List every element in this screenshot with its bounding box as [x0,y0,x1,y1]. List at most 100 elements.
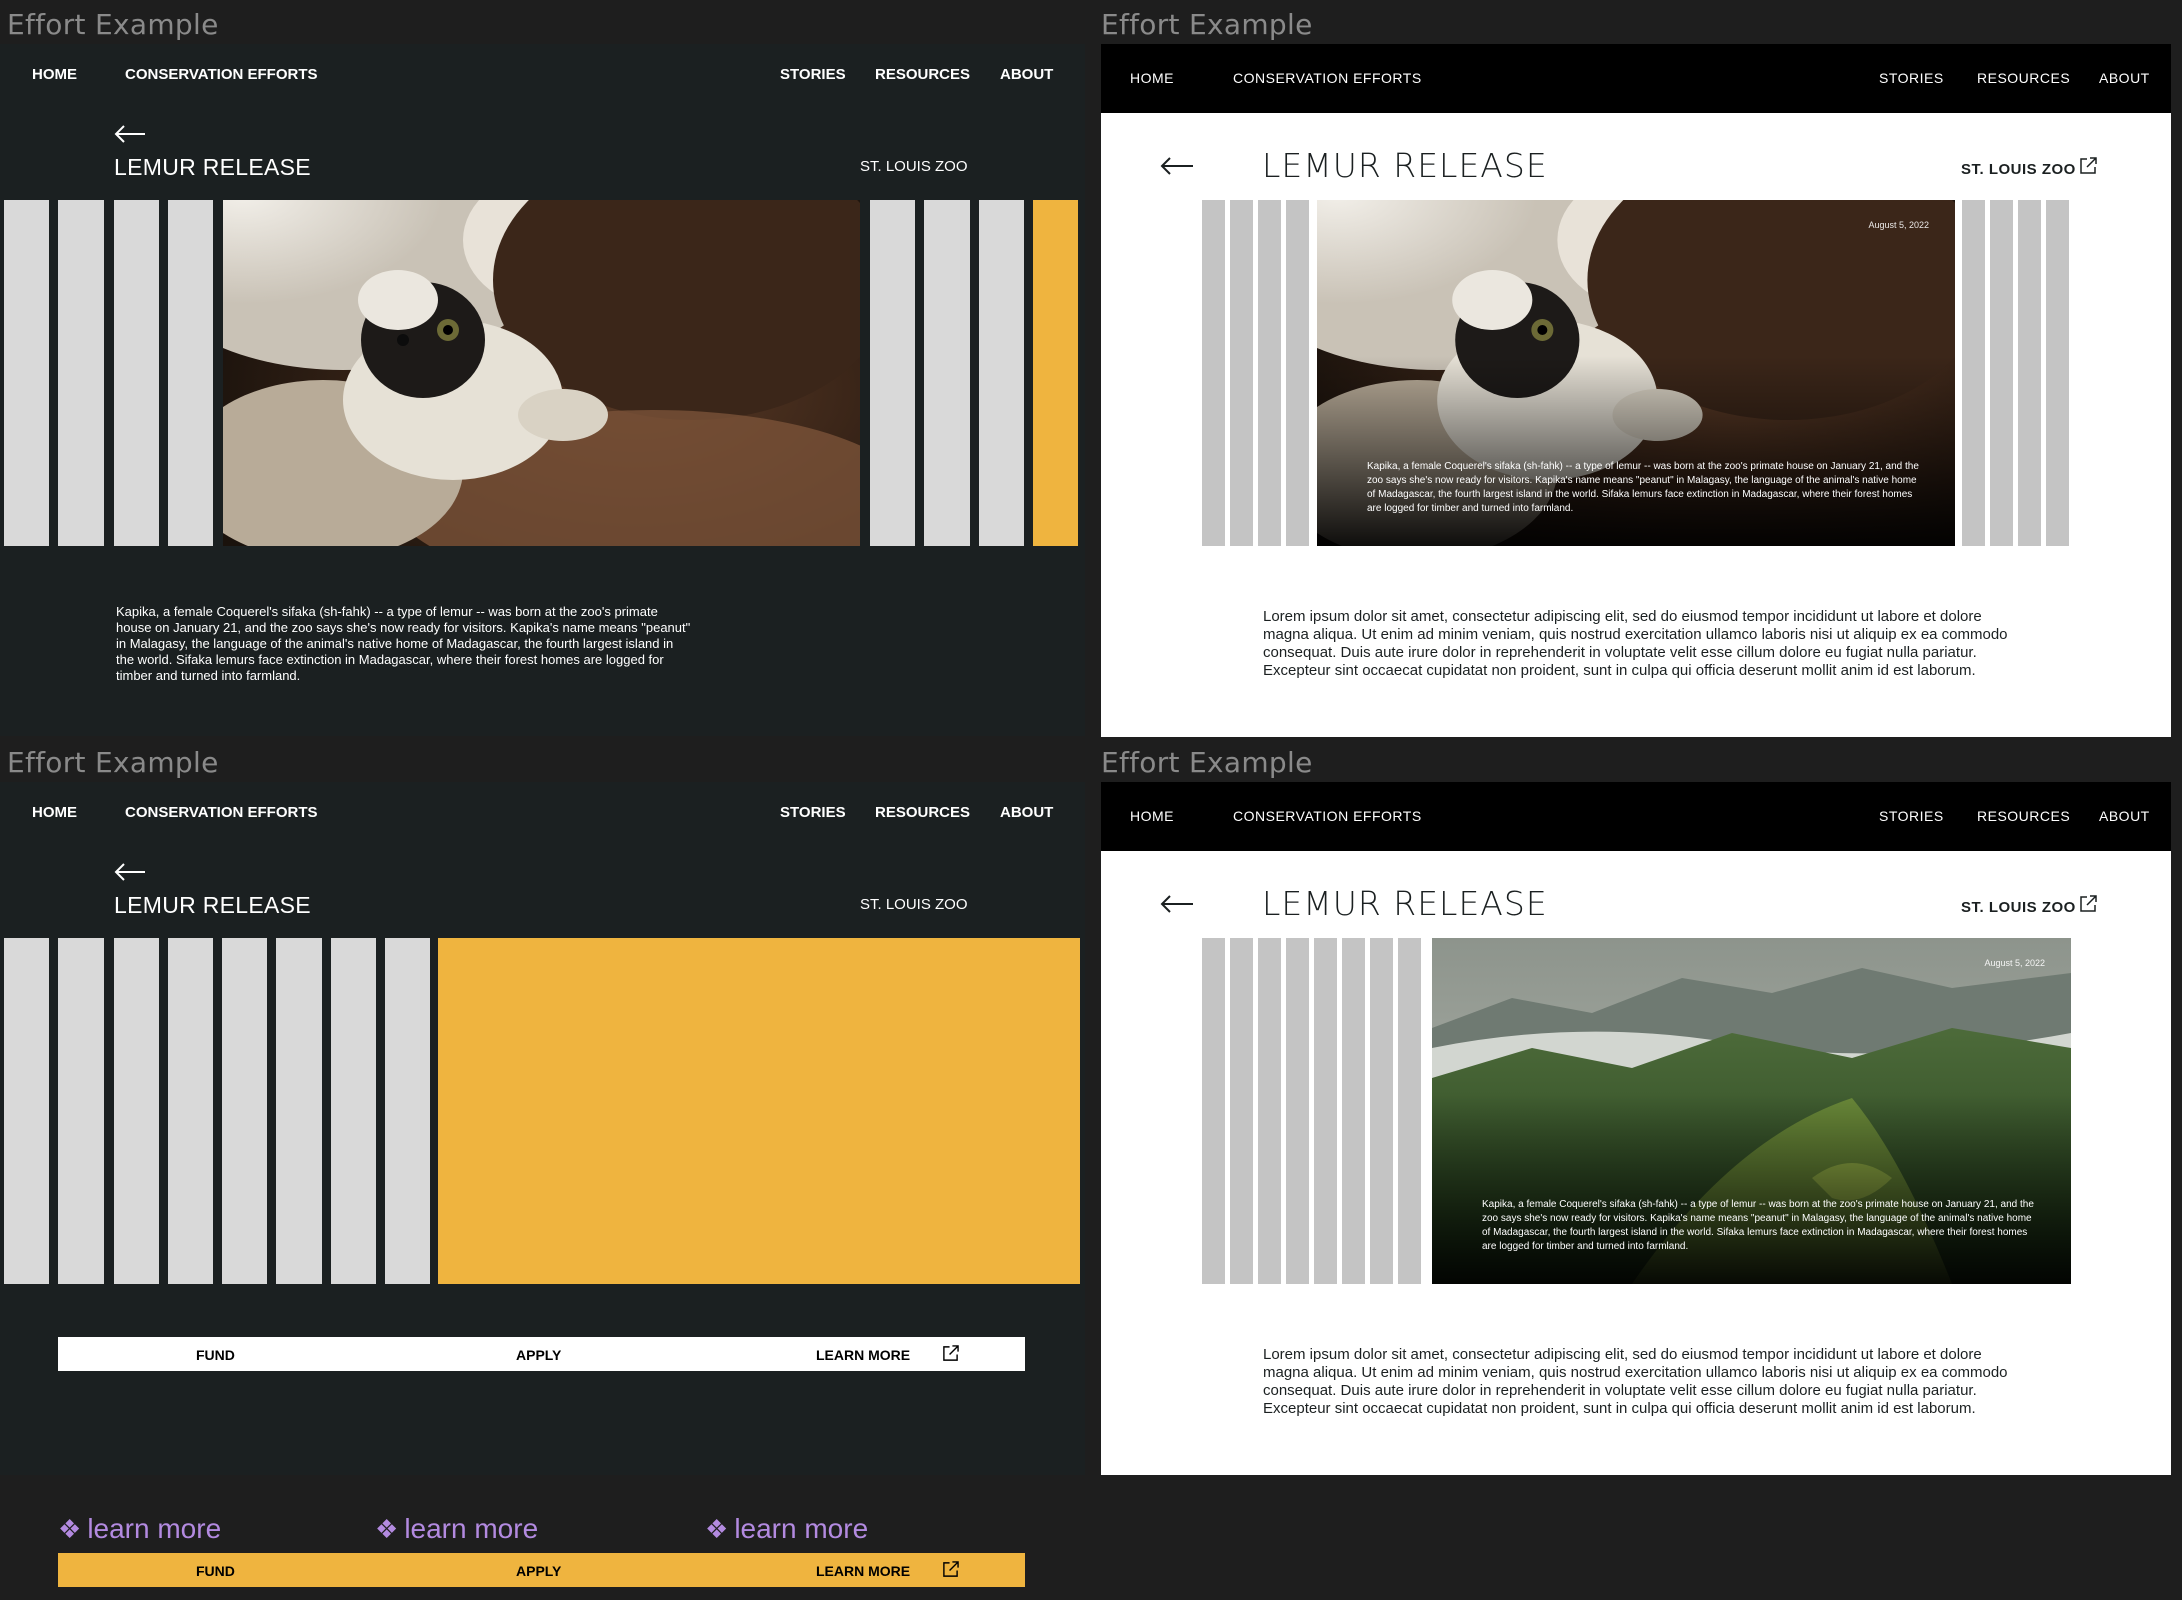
timeline-bar[interactable] [1230,200,1253,546]
effort-frame-light-landscape: HOME CONSERVATION EFFORTS STORIES RESOUR… [1101,782,2171,1475]
nav-resources[interactable]: RESOURCES [1977,808,2070,824]
expanded-effort-panel[interactable] [438,938,1080,1284]
timeline-bar[interactable] [58,200,104,546]
org-link[interactable]: ST. LOUIS ZOO [860,896,968,913]
timeline-bar[interactable] [168,200,213,546]
back-arrow-icon[interactable] [1160,156,1194,176]
nav-home[interactable]: HOME [32,66,77,83]
timeline-bar[interactable] [1342,938,1365,1284]
lemur-photo [223,200,860,546]
timeline-bar[interactable] [1398,938,1421,1284]
timeline-bar[interactable] [870,200,915,546]
photo-date: August 5, 2022 [1868,220,1929,230]
nav-resources[interactable]: RESOURCES [875,66,970,83]
timeline-bar[interactable] [114,200,159,546]
timeline-bar[interactable] [924,200,970,546]
nav-resources[interactable]: RESOURCES [875,804,970,821]
timeline-bar[interactable] [222,938,267,1284]
timeline-bar[interactable] [2046,200,2069,546]
nav-home[interactable]: HOME [32,804,77,821]
story-body: Lorem ipsum dolor sit amet, consectetur … [1263,608,2008,679]
nav-about[interactable]: ABOUT [1000,66,1053,83]
action-bar: FUND APPLY LEARN MORE [58,1337,1025,1371]
external-link-icon[interactable] [2079,895,2097,913]
effort-frame-dark-photo: HOME CONSERVATION EFFORTS STORIES RESOUR… [0,44,1085,736]
timeline-bar-active[interactable] [1033,200,1078,546]
timeline-bar[interactable] [1286,938,1309,1284]
timeline-bar[interactable] [2018,200,2041,546]
photo-caption: Kapika, a female Coquerel's sifaka (sh-f… [1482,1199,2034,1252]
timeline-bar[interactable] [276,938,322,1284]
back-arrow-icon[interactable] [1160,894,1194,914]
timeline-bar[interactable] [4,938,49,1284]
learn-more-button[interactable]: LEARN MORE [816,1563,910,1579]
nav-conservation-efforts[interactable]: CONSERVATION EFFORTS [1233,808,1422,824]
timeline-bar[interactable] [4,200,49,546]
lemur-image [223,200,860,546]
timeline-bar[interactable] [114,938,159,1284]
page-title: LEMUR RELEASE [1262,146,1548,185]
nav-about[interactable]: ABOUT [2099,70,2150,86]
org-link[interactable]: ST. LOUIS ZOO [1961,161,2076,178]
nav-stories[interactable]: STORIES [1879,70,1944,86]
back-arrow-icon[interactable] [114,862,146,882]
nav-about[interactable]: ABOUT [2099,808,2150,824]
timeline-bar[interactable] [979,200,1024,546]
story-caption: Kapika, a female Coquerel's sifaka (sh-f… [116,604,691,683]
fund-button[interactable]: FUND [196,1563,235,1579]
frame-label: Effort Example [7,8,219,41]
frame-label: Effort Example [1101,746,1313,779]
timeline-bar[interactable] [385,938,430,1284]
timeline-bar[interactable] [168,938,213,1284]
timeline-bar[interactable] [1202,200,1225,546]
apply-button[interactable]: APPLY [516,1563,561,1579]
timeline-bar[interactable] [1258,200,1281,546]
learn-more-button[interactable]: LEARN MORE [816,1347,910,1363]
timeline-bar[interactable] [1370,938,1393,1284]
timeline-bar[interactable] [1202,938,1225,1284]
lemur-photo: August 5, 2022 Kapika, a female Coquerel… [1317,200,1955,546]
top-nav: HOME CONSERVATION EFFORTS STORIES RESOUR… [0,44,1085,108]
timeline-bar[interactable] [1230,938,1253,1284]
nav-conservation-efforts[interactable]: CONSERVATION EFFORTS [125,66,318,83]
learn-more-link-apply[interactable]: ❖ learn more [375,1513,538,1545]
photo-date: August 5, 2022 [1984,958,2045,968]
effort-frame-light-photo: HOME CONSERVATION EFFORTS STORIES RESOUR… [1101,44,2171,737]
timeline-bar[interactable] [1990,200,2013,546]
story-body: Lorem ipsum dolor sit amet, consectetur … [1263,1346,2008,1417]
nav-resources[interactable]: RESOURCES [1977,70,2070,86]
timeline-bar[interactable] [1962,200,1985,546]
effort-frame-dark-actions: HOME CONSERVATION EFFORTS STORIES RESOUR… [0,782,1085,1475]
fund-button[interactable]: FUND [196,1347,235,1363]
org-link[interactable]: ST. LOUIS ZOO [860,158,968,175]
apply-button[interactable]: APPLY [516,1347,561,1363]
page-title: LEMUR RELEASE [114,154,311,180]
nav-stories[interactable]: STORIES [780,804,846,821]
nav-stories[interactable]: STORIES [1879,808,1944,824]
madagascar-landscape-photo: August 5, 2022 Kapika, a female Coquerel… [1432,938,2071,1284]
nav-conservation-efforts[interactable]: CONSERVATION EFFORTS [125,804,318,821]
photo-caption: Kapika, a female Coquerel's sifaka (sh-f… [1367,461,1919,514]
external-link-icon[interactable] [942,1345,959,1362]
nav-conservation-efforts[interactable]: CONSERVATION EFFORTS [1233,70,1422,86]
diamond-icon: ❖ [705,1513,729,1544]
action-bar-accent: FUND APPLY LEARN MORE [58,1553,1025,1587]
timeline-bar[interactable] [58,938,104,1284]
org-link[interactable]: ST. LOUIS ZOO [1961,899,2076,916]
frame-label: Effort Example [7,746,219,779]
nav-home[interactable]: HOME [1130,70,1174,86]
nav-home[interactable]: HOME [1130,808,1174,824]
external-link-icon[interactable] [942,1561,959,1578]
external-link-icon[interactable] [2079,157,2097,175]
top-nav: HOME CONSERVATION EFFORTS STORIES RESOUR… [0,782,1085,846]
timeline-bar[interactable] [331,938,376,1284]
back-arrow-icon[interactable] [114,124,146,144]
diamond-icon: ❖ [375,1513,399,1544]
learn-more-link-learn[interactable]: ❖ learn more [705,1513,868,1545]
nav-stories[interactable]: STORIES [780,66,846,83]
timeline-bar[interactable] [1286,200,1309,546]
nav-about[interactable]: ABOUT [1000,804,1053,821]
timeline-bar[interactable] [1314,938,1337,1284]
timeline-bar[interactable] [1258,938,1281,1284]
learn-more-link-fund[interactable]: ❖ learn more [58,1513,221,1545]
